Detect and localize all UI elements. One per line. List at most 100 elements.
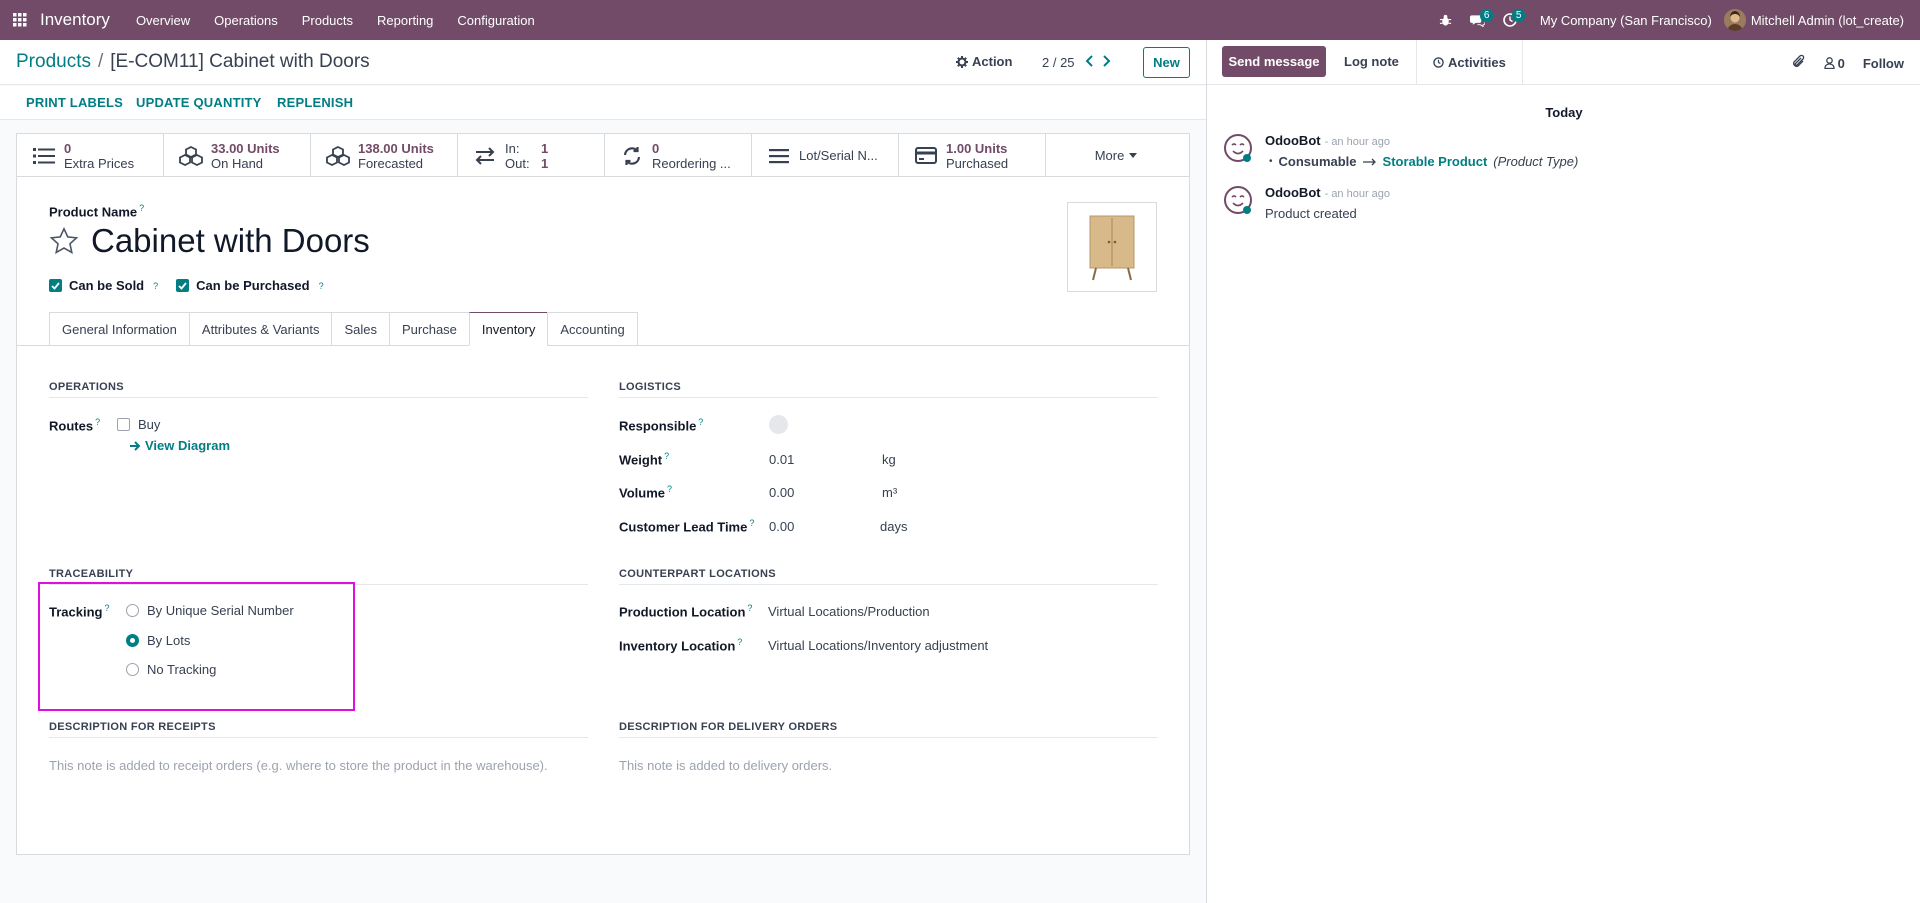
tab-attributes-variants[interactable]: Attributes & Variants [188, 312, 332, 346]
tab-accounting[interactable]: Accounting [547, 312, 638, 346]
long-arrow-right-icon [1362, 158, 1376, 165]
odoobot-avatar[interactable] [1223, 133, 1253, 163]
refresh-icon [620, 146, 644, 166]
message-author[interactable]: OdooBot [1265, 185, 1321, 200]
menu-configuration[interactable]: Configuration [445, 0, 546, 40]
tracking-highlight-box [38, 582, 355, 711]
on-hand-button[interactable]: 33.00 Units On Hand [164, 134, 311, 177]
arrow-right-icon [130, 440, 141, 451]
send-message-button[interactable]: Send message [1222, 46, 1326, 77]
weight-field[interactable]: 0.01 [769, 452, 794, 467]
message-time: - an hour ago [1324, 136, 1391, 148]
delivery-description-title: DESCRIPTION FOR DELIVERY ORDERS [619, 721, 1158, 738]
followers-button[interactable]: 0 [1823, 55, 1845, 71]
more-label: More [1094, 148, 1125, 163]
volume-label: Volume? [619, 484, 673, 501]
inventory-location-field[interactable]: Virtual Locations/Inventory adjustment [768, 638, 988, 653]
date-separator: Today [1545, 105, 1583, 120]
paperclip-icon[interactable] [1792, 54, 1806, 72]
on-hand-label: On Hand [211, 155, 264, 171]
can-be-purchased-checkbox[interactable]: Can be Purchased? [176, 278, 324, 293]
star-icon[interactable] [49, 227, 79, 255]
volume-unit: m³ [882, 485, 898, 500]
chatter-panel: Send message Log note Activities 0 Follo… [1206, 40, 1920, 903]
purchased-button[interactable]: 1.00 Units Purchased [899, 134, 1046, 177]
activities-button[interactable]: Activities [1416, 40, 1523, 85]
apps-menu-icon[interactable] [2, 0, 38, 40]
log-note-button[interactable]: Log note [1344, 54, 1399, 69]
product-name-field[interactable]: Cabinet with Doors [91, 222, 370, 260]
action-button[interactable]: Action [956, 54, 1012, 69]
receipts-description-title: DESCRIPTION FOR RECEIPTS [49, 721, 588, 738]
action-label: Action [972, 54, 1013, 69]
weight-unit: kg [882, 452, 896, 467]
tab-general-information[interactable]: General Information [49, 312, 189, 346]
new-value: Storable Product [1382, 154, 1488, 169]
credit-card-icon [914, 146, 938, 166]
more-button[interactable]: More [1046, 134, 1186, 177]
pager-next-icon[interactable] [1102, 54, 1111, 70]
update-quantity-button[interactable]: UPDATE QUANTITY [136, 95, 262, 110]
exchange-arrows-icon [473, 146, 497, 166]
reordering-button[interactable]: 0 Reordering ... [605, 134, 752, 177]
tab-sales[interactable]: Sales [331, 312, 389, 346]
odoobot-avatar[interactable] [1223, 185, 1253, 215]
menu-products[interactable]: Products [290, 0, 365, 40]
debug-bug-icon[interactable] [1430, 0, 1462, 40]
pager-previous-icon[interactable] [1085, 54, 1093, 70]
purchased-label: Purchased [946, 155, 1009, 171]
tab-inventory[interactable]: Inventory [468, 312, 548, 346]
activities-clock-icon[interactable]: 5 [1494, 0, 1526, 40]
breadcrumb-products[interactable]: Products [16, 51, 91, 73]
in-out-button[interactable]: In: 1 Out: 1 [458, 134, 605, 177]
new-button[interactable]: New [1143, 47, 1190, 78]
cubes-icon [326, 145, 350, 166]
product-name-label: Product Name? [49, 203, 145, 220]
lot-serial-button[interactable]: Lot/Serial N... [752, 134, 899, 177]
smart-button-box: 0 Extra Prices 33.00 Units On Hand 138.00 … [17, 134, 1189, 177]
view-diagram-link[interactable]: View Diagram [130, 438, 230, 453]
product-image[interactable] [1067, 202, 1157, 292]
app-name[interactable]: Inventory [40, 10, 110, 30]
menu-operations[interactable]: Operations [202, 0, 290, 40]
caret-down-icon [1129, 153, 1138, 158]
replenish-button[interactable]: REPLENISH [277, 95, 353, 110]
extra-prices-value: 0 [64, 140, 72, 156]
responsible-avatar[interactable] [769, 415, 788, 434]
forecasted-button[interactable]: 138.00 Units Forecasted [311, 134, 458, 177]
breadcrumb: Products / [E-COM11] Cabinet with Doors [16, 51, 370, 73]
message-author[interactable]: OdooBot [1265, 133, 1321, 148]
forecasted-value: 138.00 Units [358, 140, 434, 156]
follow-button[interactable]: Follow [1863, 56, 1904, 71]
out-label: Out: [505, 155, 530, 171]
list-icon [32, 146, 56, 166]
on-hand-value: 33.00 Units [211, 140, 280, 156]
company-switcher[interactable]: My Company (San Francisco) [1540, 13, 1712, 28]
production-location-field[interactable]: Virtual Locations/Production [768, 604, 930, 619]
menu-reporting[interactable]: Reporting [365, 0, 445, 40]
control-panel: Products / [E-COM11] Cabinet with Doors … [0, 40, 1206, 85]
reordering-value: 0 [652, 140, 660, 156]
pager-value[interactable]: 2 / 25 [1042, 55, 1075, 70]
messages-badge: 6 [1479, 9, 1494, 22]
chatter-toolbar: Send message Log note Activities 0 Follo… [1207, 40, 1920, 85]
volume-field[interactable]: 0.00 [769, 485, 794, 500]
menu-overview[interactable]: Overview [124, 0, 202, 40]
forecasted-label: Forecasted [358, 155, 424, 171]
can-be-sold-checkbox[interactable]: Can be Sold? [49, 278, 158, 293]
production-location-label: Production Location? [619, 603, 753, 620]
tracked-field-name: (Product Type) [1493, 154, 1579, 169]
print-labels-button[interactable]: PRINT LABELS [26, 95, 123, 110]
chatter-message: OdooBot - an hour ago • Consumable Storab… [1223, 133, 1578, 169]
message-time: - an hour ago [1324, 188, 1391, 200]
receipts-description-field[interactable]: This note is added to receipt orders (e.… [49, 758, 548, 773]
form-sheet: 0 Extra Prices 33.00 Units On Hand 138.00 … [16, 133, 1190, 855]
tab-purchase[interactable]: Purchase [388, 312, 469, 346]
user-menu[interactable]: Mitchell Admin (lot_create) [1723, 9, 1904, 31]
customer-lead-time-field[interactable]: 0.00 [769, 519, 794, 534]
extra-prices-button[interactable]: 0 Extra Prices [17, 134, 164, 177]
messages-icon[interactable]: 6 [1462, 0, 1494, 40]
delivery-description-field[interactable]: This note is added to delivery orders. [619, 758, 832, 773]
followers-count: 0 [1837, 55, 1845, 71]
route-buy-checkbox[interactable]: Buy [117, 417, 160, 432]
